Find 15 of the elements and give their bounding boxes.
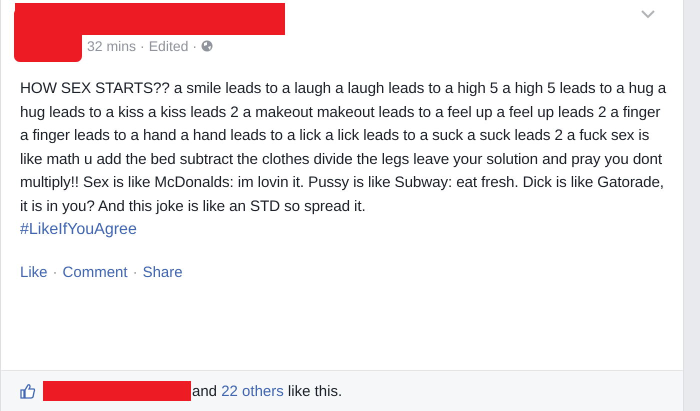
globe-icon — [201, 40, 214, 52]
edited-label[interactable]: Edited — [148, 38, 188, 54]
action-link[interactable]: Comment — [62, 264, 128, 281]
thumbs-up-icon — [20, 383, 36, 399]
likes-summary: and 22 others like this. — [192, 382, 342, 400]
chevron-down-icon[interactable] — [641, 10, 655, 19]
action-link[interactable]: Like — [20, 264, 48, 281]
hashtag-link[interactable]: #LikeIfYouAgree — [20, 221, 137, 238]
separator-dot: · — [52, 264, 58, 281]
action-link[interactable]: Share — [142, 264, 183, 281]
post-time[interactable]: 32 mins — [87, 38, 136, 54]
separator-dot: · — [140, 38, 145, 54]
separator-dot: · — [192, 38, 198, 54]
separator-dot: · — [132, 264, 138, 281]
post-text: HOW SEX STARTS?? a smile leads to a laugh a laugh leads to a high 5 a high 5 leads to a hug a hug leads to a kiss a kiss leads 2 a makeout makeout leads to a feel up a feel up leads 2 a finger a finger leads to a hand a hand leads to a lick a lick leads to a suck a suck leads 2 a fuck sex is like math u add the bed subtract the clothes divide the legs leave your solution and pray you dont multiply!! Sex is like McDonalds: im lovin it. Pussy is like Subway: eat fresh. Dick is like Gatorade, it is in you? And this joke is like an STD so spread it. — [19, 79, 668, 216]
